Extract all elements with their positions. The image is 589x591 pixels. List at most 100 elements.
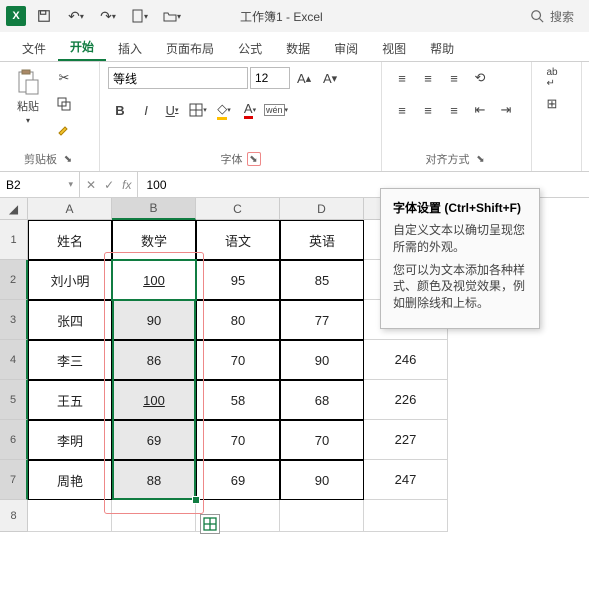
italic-button[interactable]: I xyxy=(134,98,158,122)
tab-formula[interactable]: 公式 xyxy=(226,34,274,61)
row-header-7[interactable]: 7 xyxy=(0,460,28,500)
new-file-button[interactable]: ▾ xyxy=(126,4,154,28)
cell-a1[interactable]: 姓名 xyxy=(28,220,112,260)
row-header-8[interactable]: 8 xyxy=(0,500,28,532)
col-header-b[interactable]: B xyxy=(112,198,196,220)
align-bottom-button[interactable]: ≡ xyxy=(442,66,466,90)
cell-d2[interactable]: 85 xyxy=(280,260,364,300)
tab-help[interactable]: 帮助 xyxy=(418,34,466,61)
tab-insert[interactable]: 插入 xyxy=(106,34,154,61)
cancel-formula-icon[interactable]: ✕ xyxy=(86,178,96,192)
cell-b6[interactable]: 69 xyxy=(112,420,196,460)
tab-home[interactable]: 开始 xyxy=(58,32,106,61)
cell-a2[interactable]: 刘小明 xyxy=(28,260,112,300)
cell-b8[interactable] xyxy=(112,500,196,532)
save-button[interactable] xyxy=(30,4,58,28)
cell-d7[interactable]: 90 xyxy=(280,460,364,500)
cell-c4[interactable]: 70 xyxy=(196,340,280,380)
merge-button[interactable]: ⊞ xyxy=(540,92,564,116)
fill-color-button[interactable]: ◇▾ xyxy=(212,98,236,122)
underline-button[interactable]: U▾ xyxy=(160,98,184,122)
ribbon: 粘贴 ▾ ✂ 剪贴板⬊ A▴ A▾ B I U▾ ▾ xyxy=(0,62,589,172)
align-left-button[interactable]: ≡ xyxy=(390,98,414,122)
indent-left-button[interactable]: ⇤ xyxy=(468,98,492,122)
cell-d6[interactable]: 70 xyxy=(280,420,364,460)
font-color-button[interactable]: A▾ xyxy=(238,98,262,122)
copy-button[interactable] xyxy=(52,92,76,116)
fill-handle[interactable] xyxy=(192,496,200,504)
col-header-a[interactable]: A xyxy=(28,198,112,220)
paste-button[interactable]: 粘贴 ▾ xyxy=(8,66,48,126)
col-header-d[interactable]: D xyxy=(280,198,364,220)
undo-button[interactable]: ↶▾ xyxy=(62,4,90,28)
row-header-4[interactable]: 4 xyxy=(0,340,28,380)
cell-c2[interactable]: 95 xyxy=(196,260,280,300)
row-header-2[interactable]: 2 xyxy=(0,260,28,300)
tab-view[interactable]: 视图 xyxy=(370,34,418,61)
format-painter-button[interactable] xyxy=(52,118,76,142)
quick-analysis-icon[interactable] xyxy=(200,514,220,534)
align-right-button[interactable]: ≡ xyxy=(442,98,466,122)
name-box[interactable]: B2▾ xyxy=(0,172,80,197)
tab-layout[interactable]: 页面布局 xyxy=(154,34,226,61)
tab-review[interactable]: 审阅 xyxy=(322,34,370,61)
cut-button[interactable]: ✂ xyxy=(52,66,76,90)
align-top-button[interactable]: ≡ xyxy=(390,66,414,90)
align-center-button[interactable]: ≡ xyxy=(416,98,440,122)
font-name-select[interactable] xyxy=(108,67,248,89)
cell-b5[interactable]: 100 xyxy=(112,380,196,420)
cell-b3[interactable]: 90 xyxy=(112,300,196,340)
cell-d3[interactable]: 77 xyxy=(280,300,364,340)
border-button[interactable]: ▾ xyxy=(186,98,210,122)
cell-a6[interactable]: 李明 xyxy=(28,420,112,460)
redo-button[interactable]: ↷▾ xyxy=(94,4,122,28)
font-size-select[interactable] xyxy=(250,67,290,89)
row-header-1[interactable]: 1 xyxy=(0,220,28,260)
row-header-3[interactable]: 3 xyxy=(0,300,28,340)
select-all-corner[interactable]: ◢ xyxy=(0,198,28,220)
cell-c6[interactable]: 70 xyxy=(196,420,280,460)
fx-icon[interactable]: fx xyxy=(122,178,131,192)
indent-right-button[interactable]: ⇥ xyxy=(494,98,518,122)
tab-data[interactable]: 数据 xyxy=(274,34,322,61)
bold-button[interactable]: B xyxy=(108,98,132,122)
align-middle-button[interactable]: ≡ xyxy=(416,66,440,90)
cell-d8[interactable] xyxy=(280,500,364,532)
cell-a7[interactable]: 周艳 xyxy=(28,460,112,500)
cell-d1[interactable]: 英语 xyxy=(280,220,364,260)
open-file-button[interactable]: ▾ xyxy=(158,4,186,28)
cell-c5[interactable]: 58 xyxy=(196,380,280,420)
font-dialog-launcher[interactable]: ⬊ xyxy=(247,152,261,166)
cell-e7[interactable]: 247 xyxy=(364,460,448,500)
cell-e8[interactable] xyxy=(364,500,448,532)
cell-b4[interactable]: 86 xyxy=(112,340,196,380)
col-header-c[interactable]: C xyxy=(196,198,280,220)
cell-d5[interactable]: 68 xyxy=(280,380,364,420)
wrap-text-button[interactable]: ab↵ xyxy=(540,66,564,90)
tab-file[interactable]: 文件 xyxy=(10,34,58,61)
cell-c1[interactable]: 语文 xyxy=(196,220,280,260)
row-header-5[interactable]: 5 xyxy=(0,380,28,420)
cell-c7[interactable]: 69 xyxy=(196,460,280,500)
orientation-button[interactable]: ⟲ xyxy=(468,66,492,90)
phonetic-button[interactable]: wén▾ xyxy=(264,98,288,122)
search-input[interactable]: 搜索 xyxy=(521,5,583,28)
cell-a8[interactable] xyxy=(28,500,112,532)
cell-b2[interactable]: 100 xyxy=(112,260,196,300)
align-dialog-launcher[interactable]: ⬊ xyxy=(474,152,488,166)
cell-d4[interactable]: 90 xyxy=(280,340,364,380)
cell-b7[interactable]: 88 xyxy=(112,460,196,500)
cell-a5[interactable]: 王五 xyxy=(28,380,112,420)
cell-c3[interactable]: 80 xyxy=(196,300,280,340)
cell-e5[interactable]: 226 xyxy=(364,380,448,420)
cell-e4[interactable]: 246 xyxy=(364,340,448,380)
grow-font-button[interactable]: A▴ xyxy=(292,66,316,90)
clipboard-dialog-launcher[interactable]: ⬊ xyxy=(61,152,75,166)
shrink-font-button[interactable]: A▾ xyxy=(318,66,342,90)
cell-a4[interactable]: 李三 xyxy=(28,340,112,380)
cell-a3[interactable]: 张四 xyxy=(28,300,112,340)
row-header-6[interactable]: 6 xyxy=(0,420,28,460)
cell-e6[interactable]: 227 xyxy=(364,420,448,460)
accept-formula-icon[interactable]: ✓ xyxy=(104,178,114,192)
cell-b1[interactable]: 数学 xyxy=(112,220,196,260)
